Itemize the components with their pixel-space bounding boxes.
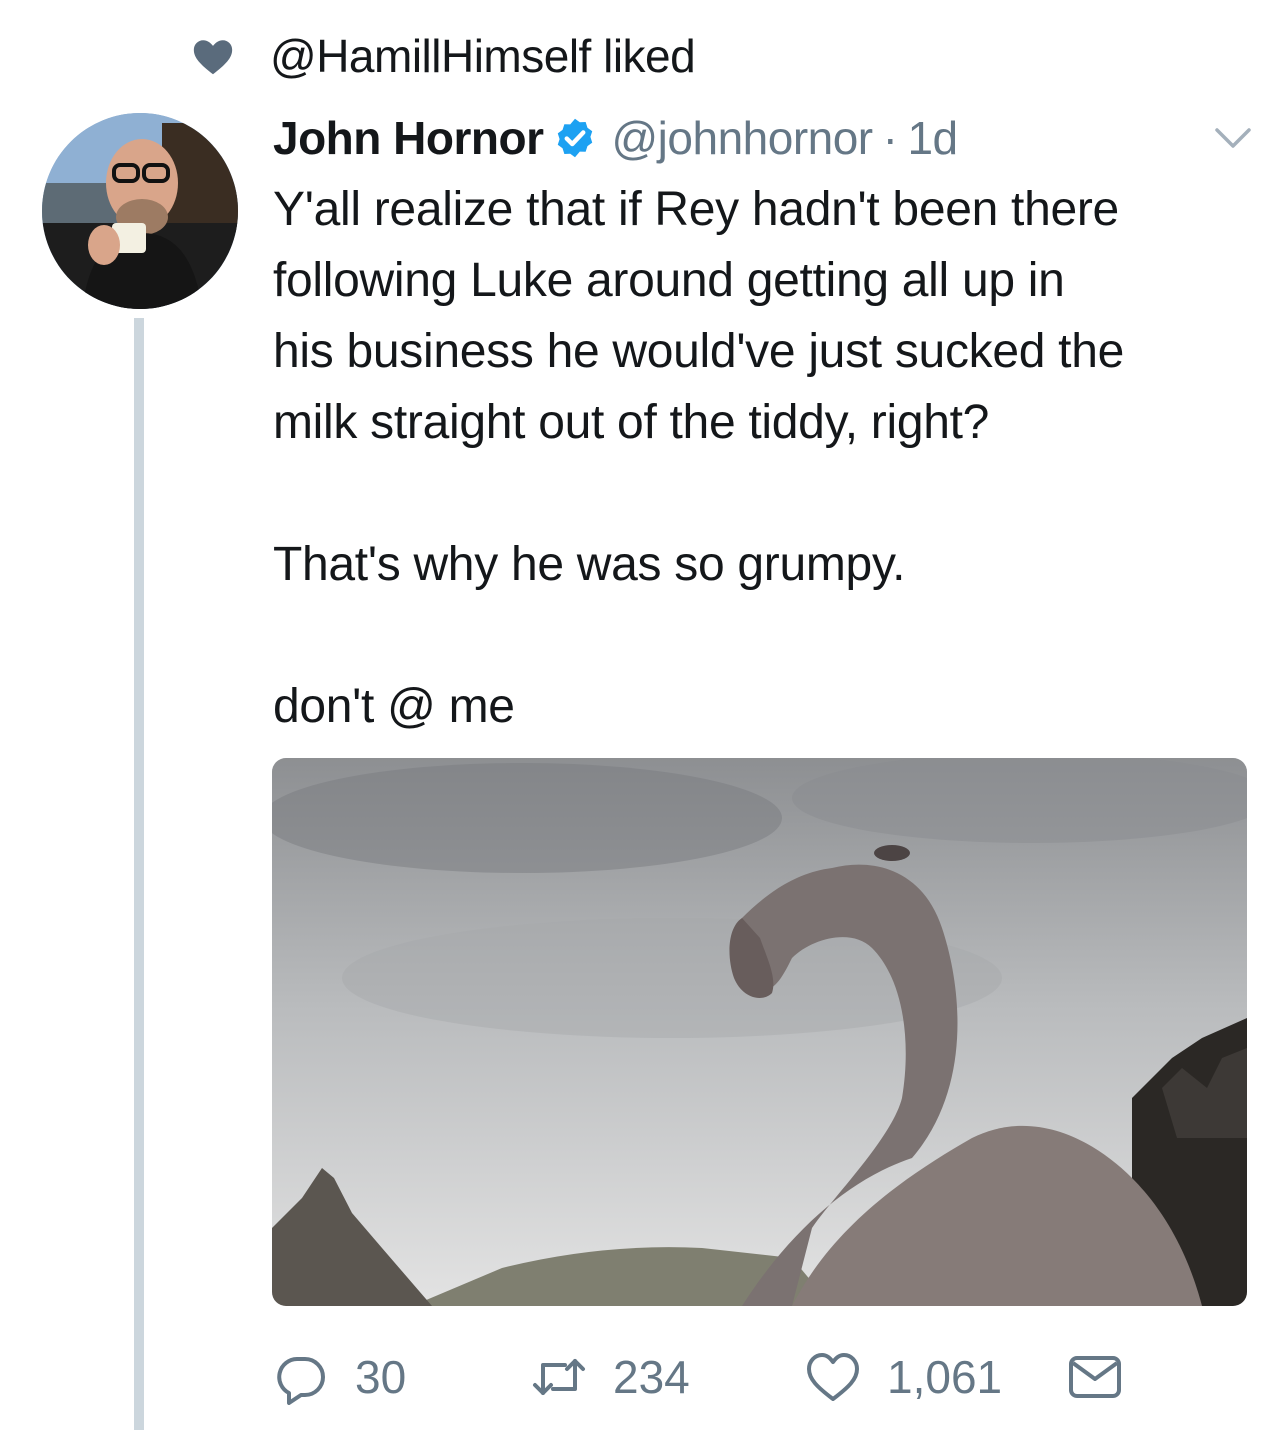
like-action[interactable]: 1,061 (805, 1342, 1002, 1412)
tweet-line-4: milk straight out of the tiddy, right? (273, 396, 990, 449)
author-handle[interactable]: @johnhornor (611, 111, 873, 165)
timestamp[interactable]: 1d (907, 111, 958, 165)
retweet-icon (533, 1359, 585, 1395)
heart-icon (193, 40, 233, 75)
separator-dot: · (882, 112, 898, 164)
like-count: 1,061 (887, 1351, 1003, 1403)
creature-photo (272, 758, 1247, 1306)
chevron-down-icon[interactable] (1213, 122, 1253, 152)
retweet-action[interactable]: 234 (531, 1342, 690, 1412)
tweet-image[interactable] (272, 758, 1247, 1306)
avatar-photo (42, 113, 238, 309)
direct-message-action[interactable] (1067, 1342, 1123, 1412)
mail-icon (1069, 1356, 1121, 1398)
tweet-line-2: following Luke around getting all up in (273, 254, 1065, 307)
author-name[interactable]: John Hornor (273, 111, 544, 165)
thread-line (134, 318, 144, 1430)
reply-action[interactable]: 30 (273, 1342, 406, 1412)
tweet-text: Y'all realize that if Rey hadn't been th… (273, 174, 1263, 742)
tweet-header: John Hornor @johnhornor · 1d (273, 108, 1253, 168)
tweet-line-3: his business he would've just sucked the (273, 325, 1124, 378)
reply-count: 30 (355, 1351, 407, 1403)
tweet-actions: 30 234 1,061 (273, 1342, 1173, 1412)
tweet-line-1: Y'all realize that if Rey hadn't been th… (273, 183, 1119, 236)
reply-icon (277, 1357, 325, 1405)
heart-outline-icon (807, 1353, 859, 1401)
social-context: @HamillHimself liked (190, 28, 696, 84)
tweet-paragraph-3: don't @ me (273, 680, 515, 733)
social-context-label[interactable]: @HamillHimself liked (270, 29, 696, 83)
retweet-count: 234 (613, 1351, 690, 1403)
verified-badge-icon (558, 118, 593, 158)
avatar[interactable] (42, 113, 238, 309)
tweet-paragraph-2: That's why he was so grumpy. (273, 538, 906, 591)
